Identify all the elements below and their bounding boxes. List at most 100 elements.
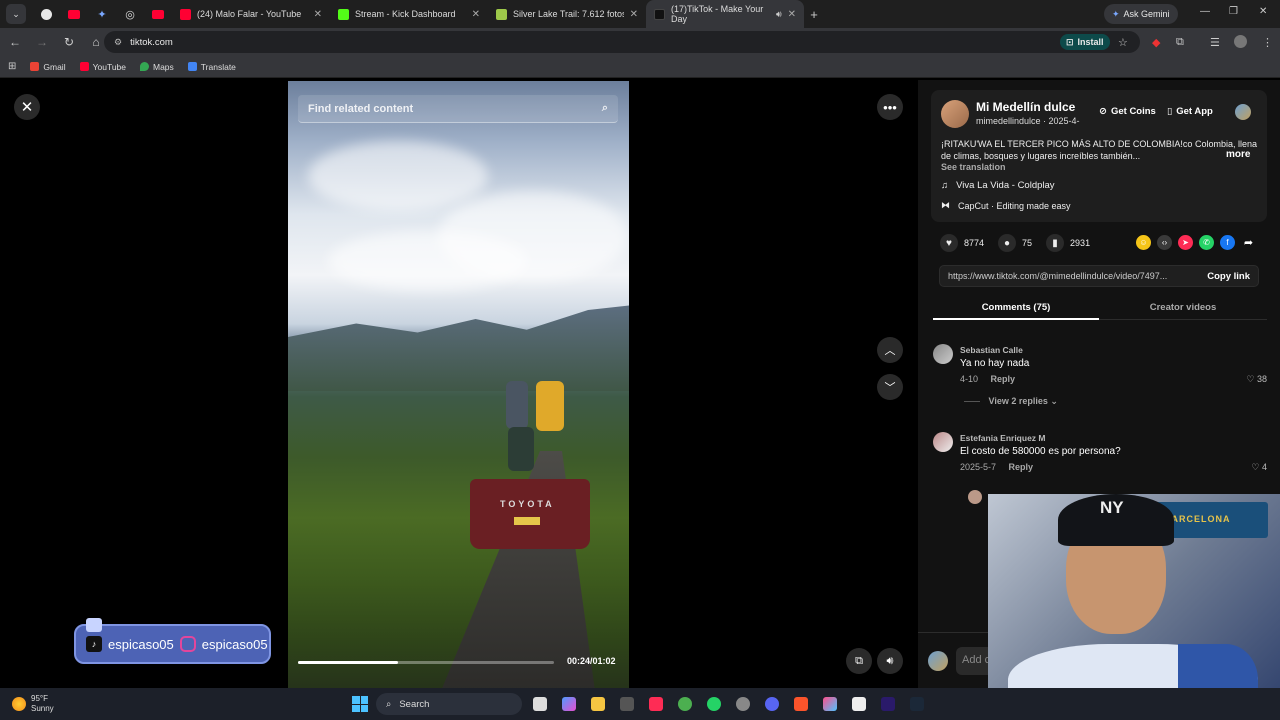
menu-icon[interactable]: ⋮	[1262, 36, 1273, 49]
reload-icon[interactable]: ↻	[57, 30, 81, 54]
comment-button[interactable]: ● 75	[998, 234, 1032, 252]
file-explorer-icon[interactable]	[591, 697, 605, 711]
close-video-button[interactable]: ✕	[14, 94, 40, 120]
brave-icon[interactable]	[794, 697, 808, 711]
ask-gemini-button[interactable]: ✦ Ask Gemini	[1104, 4, 1178, 24]
site-info-icon[interactable]: ⚙	[114, 37, 122, 48]
get-app-button[interactable]: ▯ Get App	[1167, 106, 1213, 117]
author-name[interactable]: Mi Medellín dulce	[976, 100, 1075, 114]
speaker-icon[interactable]: 🔊︎	[776, 9, 782, 20]
find-related-search[interactable]: Find related content ⌕	[298, 95, 618, 123]
close-icon[interactable]: ✕	[472, 9, 480, 20]
pinned-tab-5[interactable]	[144, 0, 172, 28]
commenter-name[interactable]: Sebastian Calle	[960, 345, 1023, 355]
capcut-label: CapCut · Editing made easy	[958, 200, 1071, 211]
comment-like-button[interactable]: ♡ 4	[1251, 462, 1267, 473]
youtube-icon	[180, 8, 191, 20]
taskbar-search[interactable]: ⌕ Search	[376, 693, 522, 715]
pinned-tab-2[interactable]	[60, 0, 88, 28]
more-options-button[interactable]: •••	[877, 94, 903, 120]
bookmark-youtube[interactable]: YouTube	[79, 62, 126, 72]
task-view-icon[interactable]	[533, 697, 547, 711]
chrome-icon[interactable]	[678, 697, 692, 711]
reply-button[interactable]: Reply	[991, 374, 1016, 384]
floating-player-button[interactable]: ⧉	[846, 648, 872, 674]
share-arrow-icon[interactable]: ➦	[1241, 235, 1256, 250]
tiktok-app-icon[interactable]	[649, 697, 663, 711]
premiere-icon[interactable]	[881, 697, 895, 711]
maximize-icon[interactable]: ❐	[1229, 6, 1238, 17]
tab-comments[interactable]: Comments (75)	[933, 302, 1099, 313]
see-translation-link[interactable]: See translation	[941, 162, 1006, 172]
reply-button[interactable]: Reply	[1009, 462, 1034, 472]
user-avatar[interactable]	[1235, 104, 1251, 120]
profile-avatar[interactable]	[1234, 35, 1247, 48]
comment-like-button[interactable]: ♡ 38	[1246, 374, 1267, 385]
close-window-icon[interactable]: ✕	[1259, 6, 1267, 17]
facebook-icon[interactable]: f	[1220, 235, 1235, 250]
bookmark-maps[interactable]: Maps	[140, 62, 174, 72]
close-icon[interactable]: ✕	[630, 9, 638, 20]
send-icon[interactable]: ➤	[1178, 235, 1193, 250]
pinned-tab-1[interactable]	[32, 0, 60, 28]
music-link[interactable]: ♫ Viva La Vida - Coldplay	[941, 180, 1055, 191]
close-icon[interactable]: ✕	[788, 9, 796, 20]
more-link[interactable]: more	[1226, 149, 1250, 160]
capcut-app-icon[interactable]	[852, 697, 866, 711]
tab-tiktok[interactable]: (17)TikTok - Make Your Day 🔊︎ ✕	[646, 0, 804, 28]
back-icon[interactable]: ←	[3, 30, 27, 54]
pinned-tab-4[interactable]: ◎	[116, 0, 144, 28]
close-icon[interactable]: ✕	[314, 9, 322, 20]
share-link-box[interactable]: https://www.tiktok.com/@mimedellindulce/…	[939, 265, 1259, 287]
bookmark-translate[interactable]: Translate	[187, 62, 236, 72]
reply-avatar[interactable]	[968, 490, 982, 504]
youtube-icon	[152, 9, 164, 19]
store-icon[interactable]	[620, 697, 634, 711]
weather-widget[interactable]: 95°F Sunny	[12, 694, 54, 714]
start-button[interactable]	[352, 696, 368, 712]
copilot-icon[interactable]	[562, 697, 576, 711]
photos-icon[interactable]	[823, 697, 837, 711]
like-button[interactable]: ♥ 8774	[940, 234, 984, 252]
tab-search-dropdown[interactable]: ⌄	[6, 4, 26, 24]
commenter-avatar[interactable]	[933, 432, 953, 452]
capcut-link[interactable]: ⧓ CapCut · Editing made easy	[941, 200, 1071, 211]
install-app-button[interactable]: ⊡ Install	[1060, 34, 1110, 50]
get-coins-button[interactable]: ⊘ Get Coins	[1099, 106, 1156, 117]
extension-icon[interactable]: ◆	[1152, 36, 1160, 49]
save-button[interactable]: ▮ 2931	[1046, 234, 1090, 252]
commenter-name[interactable]: Estefania Enriquez M	[960, 433, 1046, 443]
pinned-tab-3[interactable]: ✦	[88, 0, 116, 28]
search-icon[interactable]: ⌕	[602, 102, 608, 115]
bookmark-gmail[interactable]: Gmail	[30, 62, 66, 72]
volume-button[interactable]: 🔊︎	[877, 648, 903, 674]
previous-video-button[interactable]: ︿	[877, 337, 903, 363]
video-player[interactable]: TOYOTA Find related content ⌕ 00:24/01:0…	[288, 81, 629, 688]
coin-share-icon[interactable]: ☺	[1136, 235, 1151, 250]
clock-app-icon[interactable]	[736, 697, 750, 711]
extensions-puzzle-icon[interactable]: ⧉	[1176, 36, 1184, 49]
minimize-icon[interactable]: —	[1200, 6, 1210, 17]
apps-grid-icon[interactable]: ⊞	[8, 61, 16, 72]
tab-alltrails[interactable]: Silver Lake Trail: 7.612 fotos - U ✕	[488, 0, 646, 28]
reading-list-icon[interactable]: ☰	[1210, 36, 1220, 49]
bookmark-star-icon[interactable]: ☆	[1118, 36, 1128, 49]
commenter-avatar[interactable]	[933, 344, 953, 364]
author-avatar[interactable]	[941, 100, 969, 128]
copy-link-button[interactable]: Copy link	[1207, 271, 1250, 282]
address-bar[interactable]: ⚙ tiktok.com	[104, 31, 1140, 53]
forward-icon[interactable]: →	[30, 30, 54, 54]
coin-icon: ⊘	[1099, 106, 1107, 117]
tab-kick[interactable]: Stream - Kick Dashboard ✕	[330, 0, 488, 28]
new-tab-button[interactable]: +	[804, 7, 824, 22]
video-progress-bar[interactable]	[298, 661, 554, 664]
steam-icon[interactable]	[910, 697, 924, 711]
whatsapp-icon[interactable]	[707, 697, 721, 711]
view-replies-button[interactable]: View 2 replies ⌄	[964, 396, 1058, 407]
next-video-button[interactable]: ﹀	[877, 374, 903, 400]
tab-creator-videos[interactable]: Creator videos	[1099, 302, 1267, 313]
tab-youtube[interactable]: (24) Malo Falar - YouTube ✕	[172, 0, 330, 28]
whatsapp-icon[interactable]: ✆	[1199, 235, 1214, 250]
discord-icon[interactable]	[765, 697, 779, 711]
embed-icon[interactable]: ‹›	[1157, 235, 1172, 250]
